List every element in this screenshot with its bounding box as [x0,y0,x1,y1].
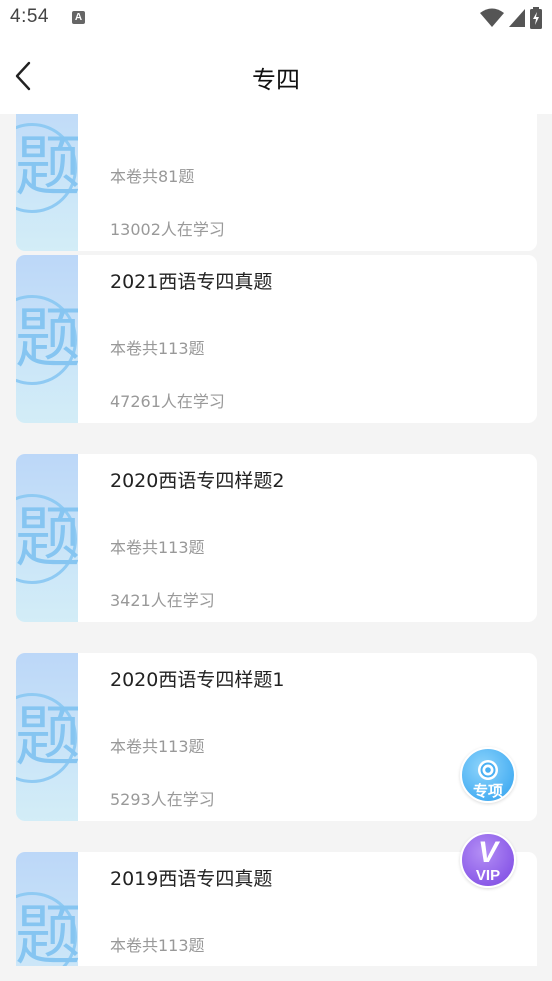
signal-icon [509,9,525,27]
thumbnail-char: 题 [16,300,78,377]
paper-thumbnail: 题 [16,653,78,821]
paper-learners: 3421人在学习 [110,591,215,610]
paper-question-count: 本卷共81题 [110,167,195,186]
status-time: 4:54 [10,6,49,27]
topic-practice-button[interactable]: 专项 [460,747,516,803]
paper-question-count: 本卷共113题 [110,339,205,358]
paper-question-count: 本卷共113题 [110,538,205,557]
paper-card[interactable]: 题 2021西语专四真题 本卷共113题 47261人在学习 [16,255,537,423]
paper-question-count: 本卷共113题 [110,737,205,756]
paper-thumbnail: 题 [16,255,78,423]
app-header: 专四 [0,38,552,114]
notification-icon: A [72,11,85,24]
vip-icon: V [477,836,498,869]
paper-title: 2020西语专四样题2 [110,470,285,492]
paper-title: 2020西语专四样题1 [110,669,285,691]
thumbnail-char: 题 [16,128,78,205]
paper-learners: 47261人在学习 [110,392,225,411]
vip-button[interactable]: V VIP [460,832,516,888]
paper-card[interactable]: 题 2019西语专四真题 本卷共113题 [16,852,537,966]
page-title: 专四 [252,66,300,94]
paper-thumbnail: 题 [16,852,78,966]
thumbnail-char: 题 [16,499,78,576]
target-icon [478,760,498,780]
battery-charging-icon [530,7,542,29]
paper-thumbnail: 题 [16,454,78,622]
paper-learners: 5293人在学习 [110,790,215,809]
paper-learners: 13002人在学习 [110,220,225,239]
paper-question-count: 本卷共113题 [110,936,205,955]
paper-thumbnail: 题 [16,114,78,251]
vip-label: VIP [475,867,501,884]
paper-card[interactable]: 题 2020西语专四样题2 本卷共113题 3421人在学习 [16,454,537,622]
status-icons [480,7,542,29]
thumbnail-char: 题 [16,698,78,775]
topic-practice-label: 专项 [472,782,503,800]
thumbnail-char: 题 [16,897,78,967]
paper-card[interactable]: 题 本卷共81题 13002人在学习 [16,114,537,251]
paper-card[interactable]: 题 2020西语专四样题1 本卷共113题 5293人在学习 [16,653,537,821]
bottom-strip [0,966,552,981]
status-bar: 4:54 A [0,0,552,38]
wifi-icon [480,8,504,27]
paper-title: 2019西语专四真题 [110,868,273,890]
paper-title: 2021西语专四真题 [110,271,273,293]
